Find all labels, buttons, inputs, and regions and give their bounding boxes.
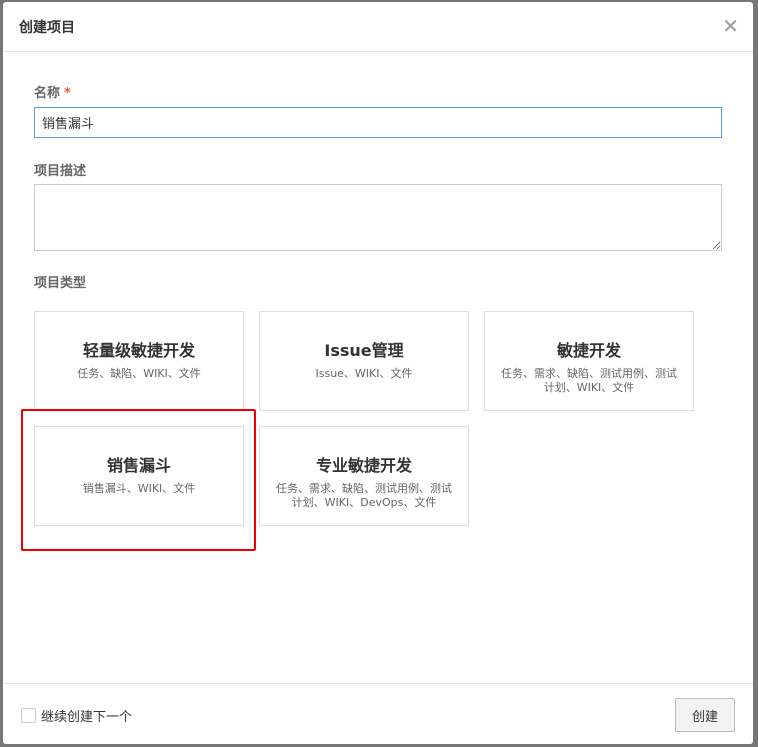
card-desc: Issue、WIKI、文件 (315, 367, 413, 380)
dialog-footer: 继续创建下一个 创建 (3, 683, 753, 744)
card-desc: 任务、缺陷、WIKI、文件 (77, 367, 201, 380)
type-card-lightweight-agile[interactable]: 轻量级敏捷开发任务、缺陷、WIKI、文件 (34, 311, 244, 411)
name-label-text: 名称 (34, 86, 61, 101)
desc-textarea[interactable] (34, 184, 722, 251)
desc-label: 项目描述 (34, 164, 87, 179)
create-project-dialog: 创建项目 ✕ 名称* 项目描述 项目类型 轻量级敏捷开发任务、缺陷、WIKI、文… (3, 2, 753, 744)
card-title: 敏捷开发 (556, 341, 621, 360)
type-label: 项目类型 (34, 276, 87, 291)
create-button[interactable]: 创建 (675, 698, 735, 732)
checkbox-box[interactable] (21, 708, 36, 723)
card-desc: 任务、需求、缺陷、测试用例、测试计划、WIKI、文件 (501, 367, 677, 394)
continue-checkbox[interactable]: 继续创建下一个 (21, 706, 132, 725)
card-title: Issue管理 (324, 341, 404, 360)
card-title: 轻量级敏捷开发 (82, 341, 195, 360)
required-mark: * (64, 86, 71, 101)
card-title: 专业敏捷开发 (315, 456, 412, 475)
continue-label: 继续创建下一个 (41, 710, 133, 725)
card-desc: 任务、需求、缺陷、测试用例、测试计划、WIKI、DevOps、文件 (276, 482, 452, 509)
dialog-title: 创建项目 (19, 19, 75, 36)
name-label: 名称 * (34, 82, 71, 101)
card-desc: 销售漏斗、WIKI、文件 (82, 482, 196, 495)
type-card-agile[interactable]: 敏捷开发任务、需求、缺陷、测试用例、测试计划、WIKI、文件 (484, 311, 694, 411)
card-title: 销售漏斗 (106, 456, 171, 475)
type-card-sales-funnel[interactable]: 销售漏斗销售漏斗、WIKI、文件 (34, 426, 244, 526)
type-card-issue[interactable]: Issue管理 Issue、WIKI、文件 (259, 311, 469, 411)
close-icon[interactable]: ✕ (722, 14, 739, 38)
name-input[interactable] (34, 107, 722, 138)
type-card-pro-agile[interactable]: 专业敏捷开发任务、需求、缺陷、测试用例、测试计划、WIKI、DevOps、文件 (259, 426, 469, 526)
